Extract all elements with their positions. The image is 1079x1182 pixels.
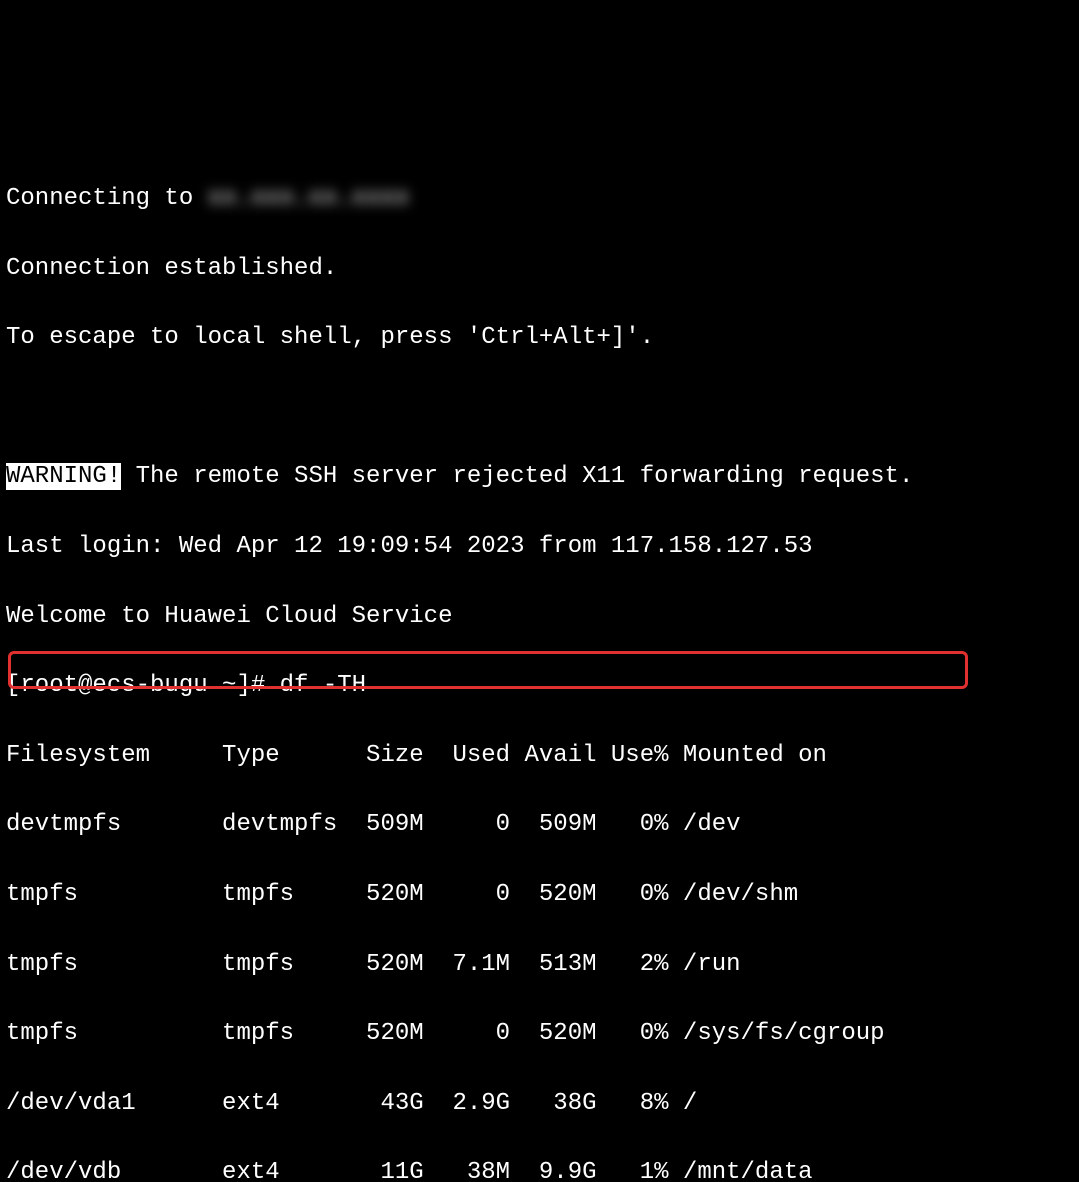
warning-message: The remote SSH server rejected X11 forwa…: [121, 463, 913, 490]
escape-hint: To escape to local shell, press 'Ctrl+Al…: [6, 321, 1073, 356]
connection-established: Connection established.: [6, 252, 1073, 287]
redacted-ip: xx.xxx.xx.xxxx: [208, 182, 410, 217]
last-login: Last login: Wed Apr 12 19:09:54 2023 fro…: [6, 530, 1073, 565]
shell-prompt: [root@ecs-bugu ~]# df -TH: [6, 669, 1073, 704]
df-row: /dev/vdb ext4 11G 38M 9.9G 1% /mnt/data: [6, 1156, 1073, 1182]
terminal-output[interactable]: Connecting to xx.xxx.xx.xxxx Connection …: [6, 147, 1073, 1182]
warning-line: WARNING! The remote SSH server rejected …: [6, 460, 1073, 495]
df-row: tmpfs tmpfs 520M 7.1M 513M 2% /run: [6, 948, 1073, 983]
warning-label: WARNING!: [6, 463, 121, 490]
df-row: devtmpfs devtmpfs 509M 0 509M 0% /dev: [6, 808, 1073, 843]
df-row: tmpfs tmpfs 520M 0 520M 0% /sys/fs/cgrou…: [6, 1017, 1073, 1052]
connecting-label: Connecting to: [6, 185, 208, 212]
welcome-message: Welcome to Huawei Cloud Service: [6, 600, 1073, 635]
df-header: Filesystem Type Size Used Avail Use% Mou…: [6, 739, 1073, 774]
df-row: tmpfs tmpfs 520M 0 520M 0% /dev/shm: [6, 878, 1073, 913]
connecting-line: Connecting to xx.xxx.xx.xxxx: [6, 182, 1073, 217]
df-row: /dev/vda1 ext4 43G 2.9G 38G 8% /: [6, 1087, 1073, 1122]
blank-line: [6, 391, 1073, 426]
